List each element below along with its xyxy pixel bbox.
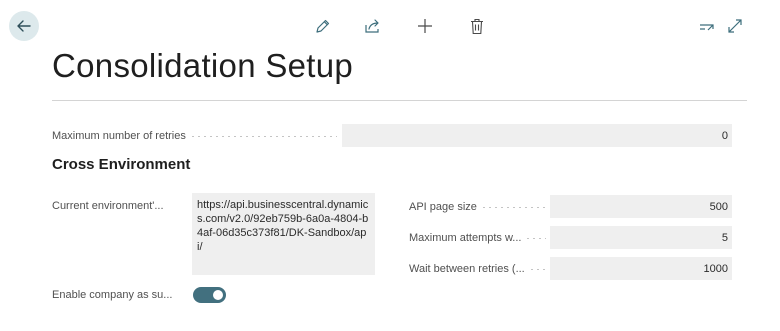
share-button[interactable] [364, 17, 382, 35]
current-environment-label: Current environment'... [52, 200, 164, 212]
api-page-size-field[interactable]: 500 [550, 195, 732, 218]
expand-icon [728, 19, 742, 33]
collapse-button[interactable] [698, 17, 716, 35]
expand-button[interactable] [726, 17, 744, 35]
wait-between-retries-field[interactable]: 1000 [550, 257, 732, 280]
max-attempts-field[interactable]: 5 [550, 226, 732, 249]
current-environment-field[interactable]: https://api.businesscentral.dynamics.com… [192, 193, 375, 275]
max-retries-label: Maximum number of retries [52, 129, 337, 143]
arrow-left-icon [17, 20, 31, 32]
pencil-icon [315, 19, 329, 33]
plus-icon [418, 19, 432, 33]
max-attempts-label: Maximum attempts w... [409, 231, 546, 245]
toggle-knob [213, 290, 223, 300]
api-page-size-label: API page size [409, 200, 546, 214]
title-divider [52, 100, 747, 101]
page-title: Consolidation Setup [52, 47, 354, 84]
collapse-icon [700, 24, 714, 31]
cross-environment-heading: Cross Environment [52, 156, 191, 173]
delete-button[interactable] [468, 17, 486, 35]
trash-icon [471, 18, 483, 34]
enable-company-toggle[interactable] [193, 287, 226, 303]
max-retries-field[interactable]: 0 [342, 124, 732, 147]
new-button[interactable] [416, 17, 434, 35]
wait-between-retries-label: Wait between retries (... [409, 262, 546, 276]
edit-button[interactable] [313, 17, 331, 35]
enable-company-label: Enable company as su... [52, 289, 173, 301]
share-icon [365, 18, 379, 33]
back-button[interactable] [9, 11, 39, 41]
